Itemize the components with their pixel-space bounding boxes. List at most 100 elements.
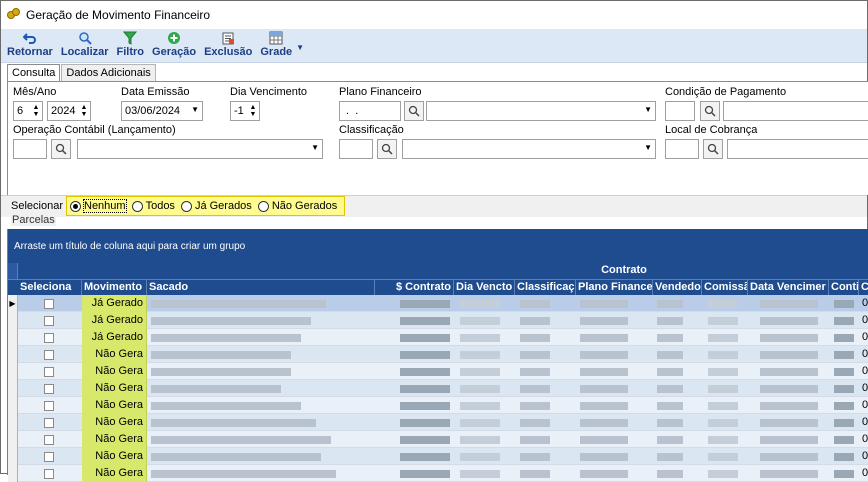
- tab-consulta[interactable]: Consulta: [7, 64, 61, 82]
- col-c[interactable]: C: [859, 280, 868, 296]
- classificacao-label: Classificação: [339, 124, 404, 136]
- year-spin-icon[interactable]: ▲ ▼: [78, 102, 90, 120]
- row-contrato-valor: [400, 351, 450, 359]
- radio-ja-gerados[interactable]: Já Gerados: [180, 200, 252, 212]
- grade-button[interactable]: Grade: [260, 29, 292, 58]
- geracao-label: Geração: [152, 46, 197, 58]
- row-indicator[interactable]: [8, 363, 18, 380]
- radio-nenhum[interactable]: Nenhum: [70, 199, 127, 213]
- col-plano-financeiro[interactable]: Plano Finance: [576, 280, 653, 296]
- table-row[interactable]: Não Gera 0: [8, 414, 868, 431]
- classificacao-code-input[interactable]: [339, 139, 373, 159]
- row-select-checkbox[interactable]: [44, 469, 54, 479]
- chevron-down-icon[interactable]: ▼: [311, 143, 319, 152]
- chevron-down-icon[interactable]: ▼: [644, 105, 652, 114]
- local-cobranca-search-button[interactable]: [703, 139, 723, 159]
- tab-dados-adicionais[interactable]: Dados Adicionais: [61, 64, 156, 82]
- local-cobranca-code-input[interactable]: [665, 139, 699, 159]
- plano-financeiro-search-button[interactable]: [404, 101, 424, 121]
- row-select-checkbox[interactable]: [44, 384, 54, 394]
- row-select-checkbox[interactable]: [44, 316, 54, 326]
- row-vendedor: [657, 385, 683, 393]
- row-select-checkbox[interactable]: [44, 333, 54, 343]
- localizar-button[interactable]: Localizar: [61, 29, 109, 58]
- plano-financeiro-code: . .: [343, 105, 359, 117]
- row-select-checkbox[interactable]: [44, 367, 54, 377]
- exclusao-button[interactable]: Exclusão: [204, 29, 252, 58]
- month-value: 6: [17, 105, 24, 117]
- row-select-checkbox[interactable]: [44, 418, 54, 428]
- row-movimento: Não Gera: [82, 397, 147, 414]
- classificacao-select[interactable]: ▼: [402, 139, 656, 159]
- chevron-down-icon[interactable]: ▼: [644, 143, 652, 152]
- month-spin-icon[interactable]: ▲ ▼: [30, 102, 42, 120]
- operacao-contabil-select[interactable]: ▼: [77, 139, 323, 159]
- plano-financeiro-code-input[interactable]: . .: [339, 101, 401, 121]
- retornar-button[interactable]: Retornar: [7, 29, 53, 58]
- month-spinner[interactable]: 6 ▲ ▼: [13, 101, 43, 121]
- row-indicator[interactable]: [8, 431, 18, 448]
- dia-vencimento-spin-icon[interactable]: ▲ ▼: [247, 102, 259, 120]
- table-row[interactable]: Não Gera 0: [8, 397, 868, 414]
- delete-icon: [221, 31, 235, 45]
- row-select-checkbox[interactable]: [44, 401, 54, 411]
- operacao-contabil-code-input[interactable]: [13, 139, 47, 159]
- col-vendedor[interactable]: Vendedo: [653, 280, 702, 296]
- year-spinner[interactable]: 2024 ▲ ▼: [47, 101, 91, 121]
- row-data-vencimento: [760, 368, 818, 376]
- chevron-down-icon[interactable]: ▼: [191, 105, 199, 114]
- table-row[interactable]: ▶ Já Gerado 0: [8, 295, 868, 312]
- row-select-checkbox[interactable]: [44, 299, 54, 309]
- col-comissao[interactable]: Comissã: [702, 280, 748, 296]
- plano-financeiro-select[interactable]: ▼: [426, 101, 656, 121]
- classificacao-search-button[interactable]: [377, 139, 397, 159]
- col-sacado[interactable]: Sacado: [147, 280, 375, 296]
- table-row[interactable]: Não Gera 0: [8, 380, 868, 397]
- table-row[interactable]: Não Gera 0: [8, 431, 868, 448]
- row-plano-financeiro: [580, 368, 628, 376]
- row-indicator[interactable]: [8, 346, 18, 363]
- condicao-pagamento-search-button[interactable]: [700, 101, 720, 121]
- row-contrato-valor: [400, 470, 450, 478]
- group-by-area[interactable]: Arraste um título de coluna aqui para cr…: [8, 229, 868, 263]
- radio-icon: [131, 200, 143, 212]
- col-conti[interactable]: Conti: [829, 280, 859, 296]
- row-select-checkbox[interactable]: [44, 435, 54, 445]
- row-indicator[interactable]: [8, 448, 18, 465]
- geracao-button[interactable]: Geração: [152, 29, 196, 58]
- table-row[interactable]: Não Gera 0: [8, 346, 868, 363]
- table-row[interactable]: Não Gera 0: [8, 363, 868, 380]
- radio-nao-gerados[interactable]: Não Gerados: [257, 200, 337, 212]
- dia-vencimento-spinner[interactable]: -1 ▲ ▼: [230, 101, 260, 121]
- row-indicator[interactable]: [8, 414, 18, 431]
- row-indicator[interactable]: [8, 397, 18, 414]
- col-data-vencimento[interactable]: Data Vencimer: [748, 280, 829, 296]
- operacao-contabil-search-button[interactable]: [51, 139, 71, 159]
- row-classificacao: [520, 402, 550, 410]
- col-contrato-valor[interactable]: $ Contrato: [375, 280, 454, 296]
- data-emissao-picker[interactable]: 03/06/2024 ▼: [121, 101, 203, 121]
- condicao-pagamento-code-input[interactable]: [665, 101, 695, 121]
- col-movimento[interactable]: Movimento: [82, 280, 147, 296]
- col-seleciona[interactable]: Seleciona: [18, 280, 82, 296]
- row-dia-vencto: [460, 368, 500, 376]
- group-hint: Arraste um título de coluna aqui para cr…: [14, 240, 246, 252]
- search-icon: [408, 105, 420, 117]
- col-classificacao[interactable]: Classificaç: [515, 280, 576, 296]
- filtro-button[interactable]: Filtro: [117, 29, 144, 58]
- radio-todos[interactable]: Todos: [131, 200, 175, 212]
- table-row[interactable]: Já Gerado 0: [8, 329, 868, 346]
- row-select-checkbox[interactable]: [44, 350, 54, 360]
- condicao-pagamento-select[interactable]: [723, 101, 868, 121]
- grade-dropdown-arrow-icon[interactable]: ▼: [296, 43, 304, 52]
- local-cobranca-select[interactable]: [727, 139, 868, 159]
- col-dia-vencto[interactable]: Dia Vencto: [454, 280, 515, 296]
- table-row[interactable]: Já Gerado 0: [8, 312, 868, 329]
- row-indicator[interactable]: [8, 329, 18, 346]
- row-select-checkbox[interactable]: [44, 452, 54, 462]
- row-indicator[interactable]: [8, 312, 18, 329]
- row-c: 0: [862, 450, 868, 462]
- table-row[interactable]: Não Gera 0: [8, 448, 868, 465]
- row-indicator[interactable]: [8, 380, 18, 397]
- row-indicator[interactable]: ▶: [8, 295, 18, 312]
